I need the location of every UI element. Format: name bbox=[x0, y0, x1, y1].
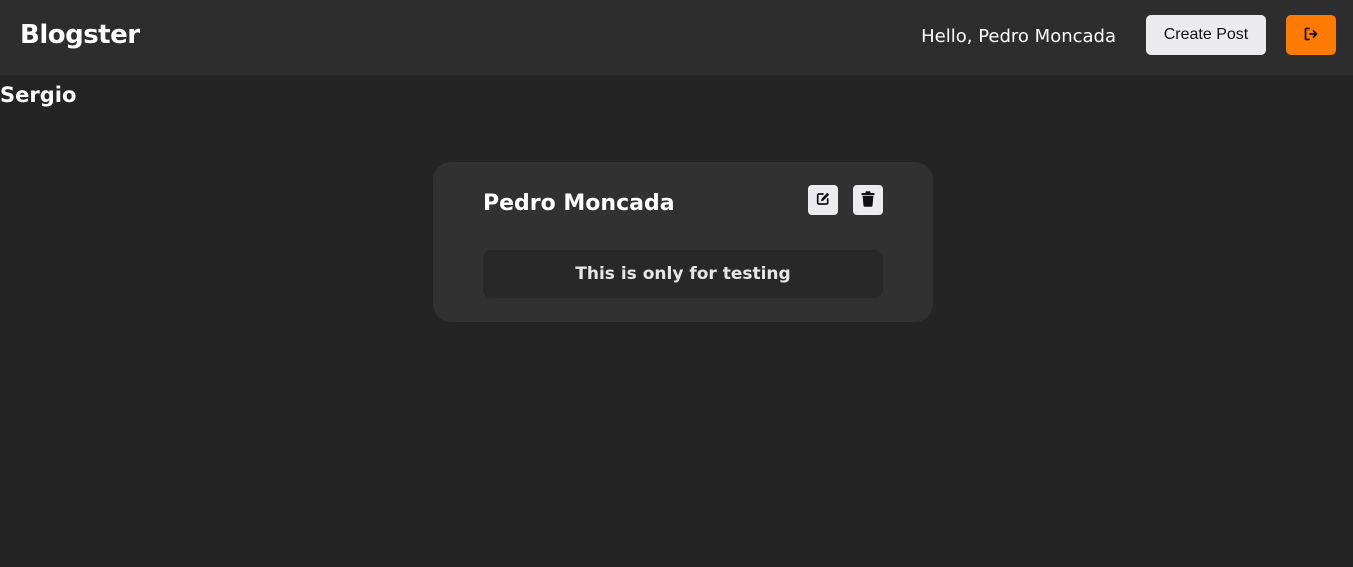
edit-post-button[interactable] bbox=[808, 185, 838, 215]
navbar: Blogster Hello, Pedro Moncada Create Pos… bbox=[0, 0, 1353, 75]
post-author: Pedro Moncada bbox=[483, 191, 675, 216]
create-post-button[interactable]: Create Post bbox=[1146, 15, 1266, 55]
brand-logo[interactable]: Blogster bbox=[20, 20, 140, 50]
post-content-box: This is only for testing bbox=[483, 250, 883, 298]
edit-icon bbox=[815, 191, 831, 210]
post-card: Pedro Moncada This is only for testing bbox=[433, 162, 933, 322]
page-title: Sergio bbox=[0, 83, 77, 107]
post-content: This is only for testing bbox=[575, 264, 791, 284]
logout-button[interactable] bbox=[1286, 15, 1336, 55]
trash-icon bbox=[861, 190, 875, 210]
delete-post-button[interactable] bbox=[853, 185, 883, 215]
sign-out-icon bbox=[1303, 26, 1319, 45]
user-greeting: Hello, Pedro Moncada bbox=[921, 26, 1116, 47]
